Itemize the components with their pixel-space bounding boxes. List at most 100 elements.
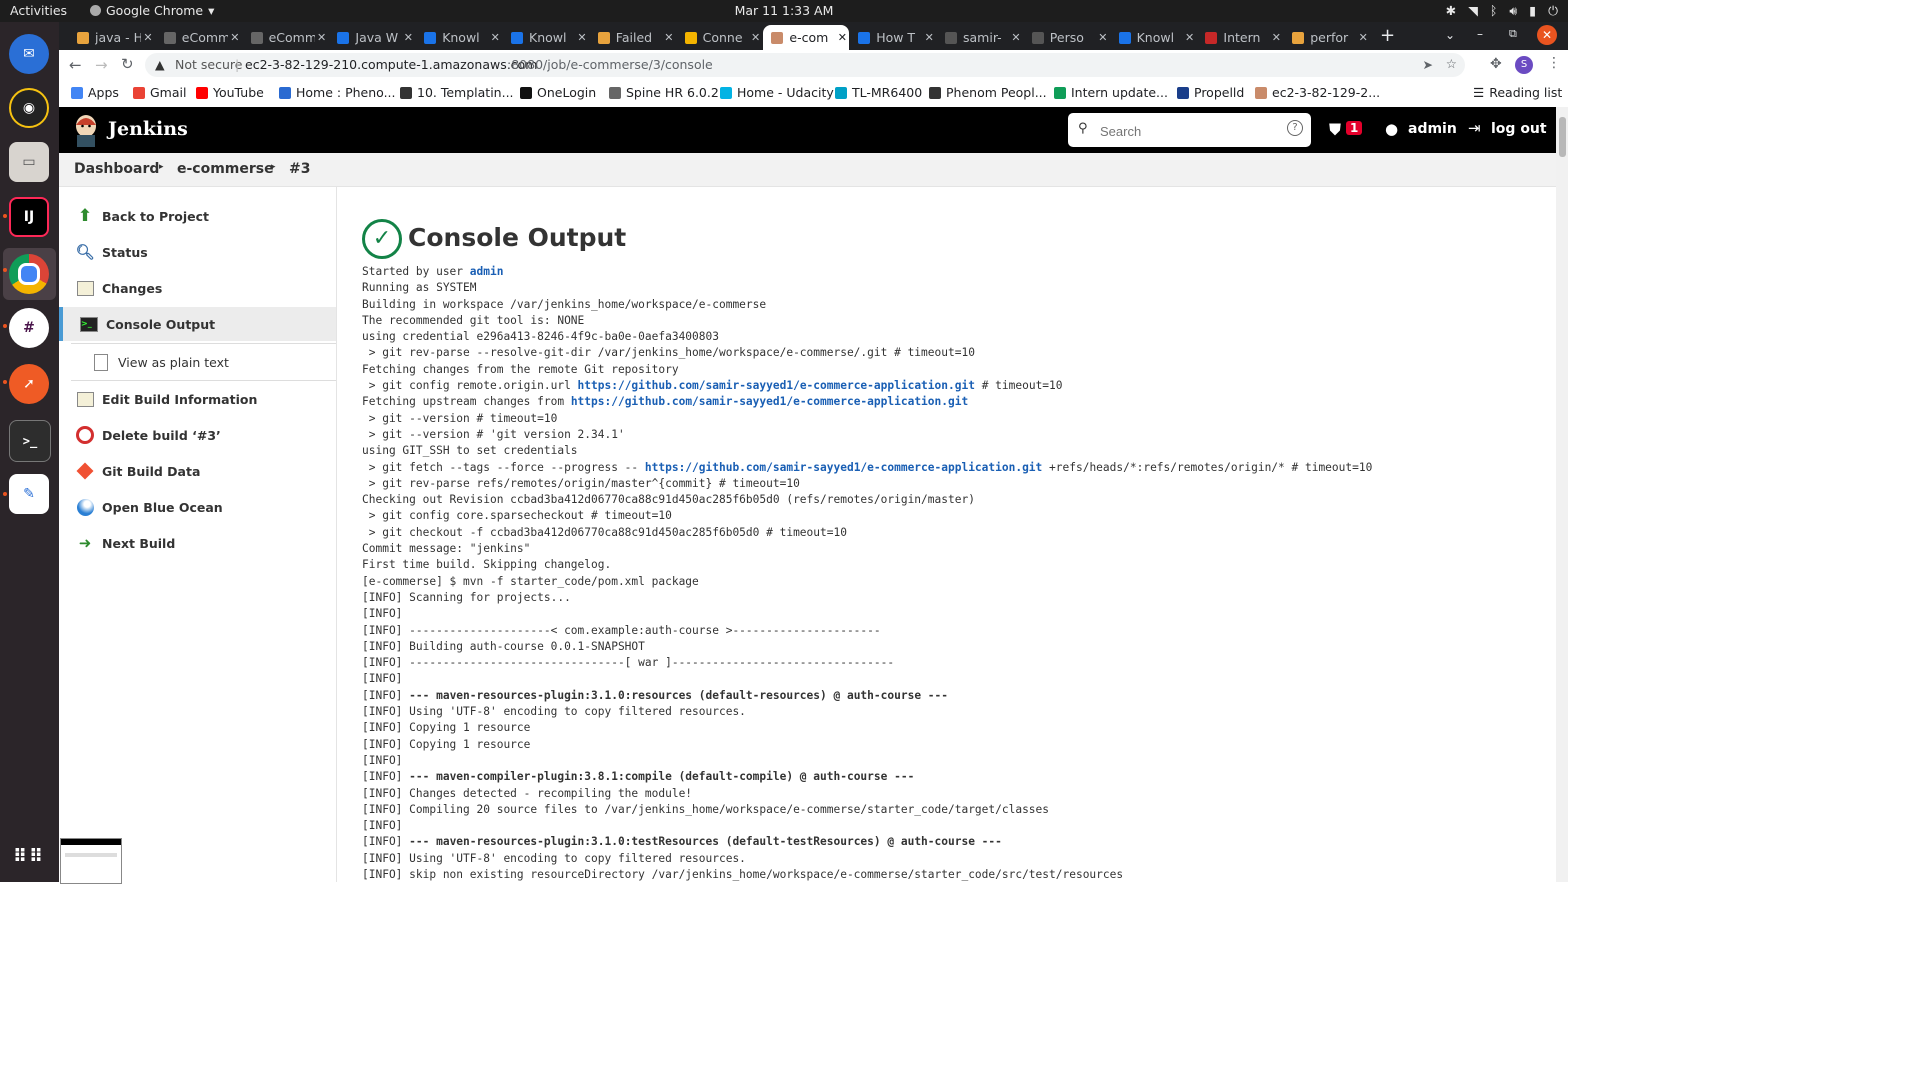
tab[interactable]: Intern ✕ <box>1197 25 1283 50</box>
address-bar[interactable]: ▲ Not secure | ec2-3-82-129-210.compute-… <box>145 53 1465 77</box>
tab[interactable]: Knowl ✕ <box>416 25 502 50</box>
tab-close-icon[interactable]: ✕ <box>1269 31 1283 44</box>
breadcrumb-job[interactable]: e-commerse <box>177 161 274 177</box>
clock[interactable]: Mar 11 1:33 AM <box>0 3 1568 18</box>
tab-close-icon[interactable]: ✕ <box>228 31 242 44</box>
rhythmbox-icon[interactable]: ◉ <box>9 88 49 128</box>
alert-count-badge[interactable]: 1 <box>1346 121 1363 135</box>
tab-close-icon[interactable]: ✕ <box>1096 31 1110 44</box>
tab[interactable]: Java W ✕ <box>329 25 415 50</box>
jenkins-brand[interactable]: Jenkins <box>108 118 188 140</box>
close-window-button[interactable]: ✕ <box>1537 25 1557 45</box>
send-to-device-icon[interactable]: ➤ <box>1423 57 1433 72</box>
sidebar-item-view-as-plain-text[interactable]: View as plain text <box>59 345 336 379</box>
postman-icon[interactable]: ➚ <box>9 364 49 404</box>
tab[interactable]: samir- ✕ <box>937 25 1023 50</box>
sidebar-item-open-blue-ocean[interactable]: Open Blue Ocean <box>59 490 336 524</box>
slack-icon[interactable]: # <box>9 308 49 348</box>
system-tray[interactable]: ✱ ◥ ᛒ 🔊︎ ▮ ⏻ <box>1446 3 1558 19</box>
bookmark-item[interactable]: TL-MR6400 <box>835 85 922 100</box>
bookmark-item[interactable]: Intern update... <box>1054 85 1168 100</box>
show-apps-icon[interactable]: ⠿⠿ <box>9 836 49 876</box>
console-link[interactable]: admin <box>470 265 504 278</box>
tab-close-icon[interactable]: ✕ <box>835 31 849 44</box>
profile-avatar[interactable]: S <box>1515 56 1533 74</box>
bookmark-item[interactable]: ec2-3-82-129-2... <box>1255 85 1380 100</box>
tab[interactable]: Knowl ✕ <box>503 25 589 50</box>
console-link[interactable]: https://github.com/samir-sayyed1/e-comme… <box>578 379 975 392</box>
tab[interactable]: How T ✕ <box>850 25 936 50</box>
tab[interactable]: java - H ✕ <box>69 25 155 50</box>
sidebar-item-console-output[interactable]: >_ Console Output <box>59 307 336 341</box>
bookmark-item[interactable]: Home : Pheno... <box>279 85 396 100</box>
bookmark-item[interactable]: Gmail <box>133 85 186 100</box>
intellij-icon[interactable]: IJ <box>9 197 49 237</box>
sidebar-item-delete-build-3[interactable]: Delete build ‘#3’ <box>59 418 336 452</box>
tab-close-icon[interactable]: ✕ <box>749 31 763 44</box>
forward-icon[interactable]: → <box>95 56 108 74</box>
security-alert-icon[interactable]: ⛊ <box>1329 120 1341 140</box>
bookmark-item[interactable]: Spine HR 6.0.2 <box>609 85 719 100</box>
bookmark-item[interactable]: Apps <box>71 85 119 100</box>
tab[interactable]: eComm ✕ <box>156 25 242 50</box>
tab-close-icon[interactable]: ✕ <box>922 31 936 44</box>
sidebar-item-next-build[interactable]: ➜ Next Build <box>59 526 336 560</box>
new-tab-button[interactable]: + <box>1380 25 1395 46</box>
sidebar-item-changes[interactable]: Changes <box>59 271 336 305</box>
breadcrumb-dashboard[interactable]: Dashboard <box>74 161 159 177</box>
tab-close-icon[interactable]: ✕ <box>1356 31 1370 44</box>
search-box[interactable]: ⚲ ? <box>1068 113 1311 147</box>
breadcrumb-build[interactable]: #3 <box>289 161 310 177</box>
minimize-icon[interactable]: – <box>1477 27 1483 41</box>
search-input[interactable] <box>1098 120 1282 142</box>
terminal-dock-icon[interactable]: >_ <box>9 420 51 462</box>
tab-close-icon[interactable]: ✕ <box>575 31 589 44</box>
tab-close-icon[interactable]: ✕ <box>401 31 415 44</box>
chevron-right-icon[interactable]: ▸ <box>159 162 164 172</box>
bookmark-item[interactable]: Home - Udacity <box>720 85 834 100</box>
tab-close-icon[interactable]: ✕ <box>1183 31 1197 44</box>
extensions-icon[interactable]: ✥ <box>1490 56 1502 72</box>
tab-close-icon[interactable]: ✕ <box>1009 31 1023 44</box>
chevron-right-icon[interactable]: ▸ <box>271 162 276 172</box>
back-icon[interactable]: ← <box>69 56 82 74</box>
restore-icon[interactable]: ⧉ <box>1509 27 1517 41</box>
tab[interactable]: perfor ✕ <box>1284 25 1370 50</box>
workspace-thumbnail[interactable] <box>60 838 122 884</box>
scrollbar-thumb[interactable] <box>1559 117 1566 157</box>
jenkins-logo[interactable] <box>73 113 99 147</box>
tab-close-icon[interactable]: ✕ <box>662 31 676 44</box>
sidebar-item-status[interactable]: 🔍︎ Status <box>59 235 336 269</box>
logout-link[interactable]: log out <box>1491 121 1547 137</box>
tab[interactable]: eComm ✕ <box>243 25 329 50</box>
files-icon[interactable]: ▭ <box>9 142 49 182</box>
tab-close-icon[interactable]: ✕ <box>141 31 155 44</box>
sidebar-item-git-build-data[interactable]: Git Build Data <box>59 454 336 488</box>
tab-active[interactable]: e-com ✕ <box>763 25 850 50</box>
tab[interactable]: Knowl ✕ <box>1111 25 1197 50</box>
page-scrollbar[interactable] <box>1556 107 1568 882</box>
tab[interactable]: Conne ✕ <box>677 25 763 50</box>
bookmark-item[interactable]: 10. Templatin... <box>400 85 514 100</box>
thunderbird-icon[interactable]: ✉ <box>9 34 49 74</box>
sidebar-item-edit-build-information[interactable]: Edit Build Information <box>59 382 336 416</box>
reading-list-button[interactable]: ☰ Reading list <box>1473 85 1562 100</box>
tab-close-icon[interactable]: ✕ <box>488 31 502 44</box>
user-link[interactable]: admin <box>1408 121 1457 137</box>
bookmark-item[interactable]: Phenom Peopl... <box>929 85 1047 100</box>
bookmark-star-icon[interactable]: ☆ <box>1446 56 1457 71</box>
help-icon[interactable]: ? <box>1287 120 1303 136</box>
chrome-menu-icon[interactable]: ⋮ <box>1547 55 1561 71</box>
tab[interactable]: Perso ✕ <box>1024 25 1110 50</box>
bookmark-item[interactable]: OneLogin <box>520 85 596 100</box>
bookmark-item[interactable]: YouTube <box>196 85 264 100</box>
chrome-dock-icon[interactable] <box>9 254 49 294</box>
tab-search-icon[interactable]: ⌄ <box>1445 28 1455 42</box>
console-link[interactable]: https://github.com/samir-sayyed1/e-comme… <box>645 461 1042 474</box>
tab-close-icon[interactable]: ✕ <box>315 31 329 44</box>
tab[interactable]: Failed ✕ <box>590 25 676 50</box>
sidebar-item-back-to-project[interactable]: ⬆ Back to Project <box>59 199 336 233</box>
bookmark-item[interactable]: Propelld <box>1177 85 1244 100</box>
console-link[interactable]: https://github.com/samir-sayyed1/e-comme… <box>571 395 968 408</box>
text-editor-icon[interactable]: ✎ <box>9 474 49 514</box>
